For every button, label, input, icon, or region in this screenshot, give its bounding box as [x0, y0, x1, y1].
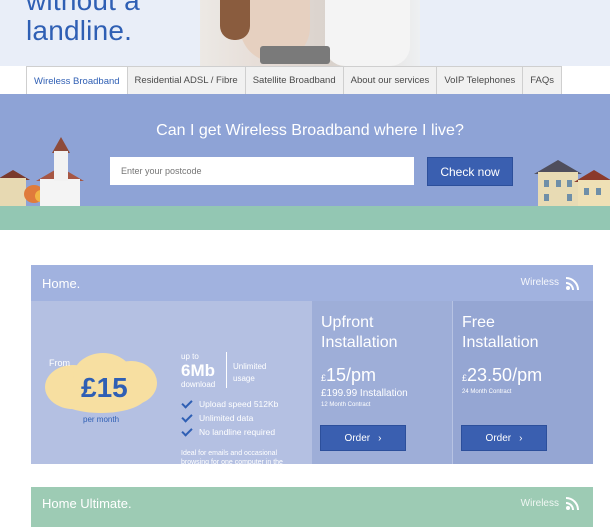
- order-label: Order: [485, 432, 512, 444]
- checkmark-icon: [181, 410, 193, 423]
- plan-title: Home.: [42, 276, 81, 291]
- hero-person-hair: [220, 0, 250, 40]
- wireless-signal-icon: [565, 497, 579, 511]
- from-label: From: [49, 358, 70, 368]
- feature-text: Upload speed 512Kb: [199, 399, 279, 409]
- house-far-right-illustration: [578, 180, 610, 208]
- tab-label: Wireless Broadband: [34, 75, 120, 87]
- tab-voip-telephones[interactable]: VoIP Telephones: [436, 66, 524, 94]
- window: [584, 188, 589, 195]
- house-left-illustration: [0, 178, 26, 208]
- download-speed: 6Mb: [181, 361, 215, 380]
- order-free-button[interactable]: Order ›: [461, 425, 547, 451]
- tab-wireless-broadband[interactable]: Wireless Broadband: [26, 66, 128, 95]
- checkmark-icon: [181, 424, 193, 437]
- grass-ground: [0, 206, 610, 230]
- checkmark-icon: [181, 396, 193, 409]
- plan-type-label: Wireless: [520, 498, 559, 509]
- check-now-button[interactable]: Check now: [427, 157, 513, 186]
- house-right-illustration: [538, 172, 578, 208]
- price-unit: /pm: [512, 365, 543, 385]
- window: [596, 188, 601, 195]
- church-tower: [54, 151, 68, 181]
- church-body: [40, 179, 80, 209]
- per-month-label: per month: [83, 415, 120, 424]
- usage-line2: usage: [233, 374, 255, 383]
- hero-banner: without a landline.: [0, 0, 610, 66]
- option-price: £23.50/pm: [462, 365, 542, 386]
- tab-label: About our services: [350, 75, 430, 86]
- church-illustration: [34, 137, 84, 209]
- postcode-input[interactable]: [110, 157, 414, 185]
- option-title-line1: Upfront: [321, 314, 374, 331]
- option-title-line1: Free: [462, 314, 495, 331]
- price-value: 15: [326, 365, 347, 385]
- window: [567, 194, 572, 201]
- tab-label: Residential ADSL / Fibre: [134, 75, 238, 86]
- plan-type-label: Wireless: [520, 277, 559, 288]
- order-upfront-button[interactable]: Order ›: [320, 425, 406, 451]
- upfront-installation-option: Upfront Installation £15/pm £199.99 Inst…: [312, 301, 452, 464]
- usage-label: Unlimited usage: [233, 361, 266, 385]
- contract-length: 12 Month Contract: [321, 402, 371, 408]
- plan-card-header: Home. Wireless: [31, 265, 593, 301]
- postcode-check-band: Can I get Wireless Broadband where I liv…: [0, 94, 610, 210]
- up-to-label: up to: [181, 352, 199, 361]
- feature-text: No landline required: [199, 427, 276, 437]
- usage-line1: Unlimited: [233, 362, 267, 371]
- window: [544, 180, 549, 187]
- installation-fee: £199.99 Installation: [321, 388, 408, 399]
- tab-about-services[interactable]: About our services: [342, 66, 438, 94]
- hero-photo: [200, 0, 420, 66]
- hero-tablet: [260, 46, 330, 64]
- feature-item: Upload speed 512Kb: [181, 396, 279, 411]
- feature-item: No landline required: [181, 424, 278, 439]
- monthly-price: £15: [81, 372, 128, 403]
- option-title-line2: Installation: [462, 334, 539, 351]
- chevron-right-icon: ›: [519, 432, 523, 444]
- option-price: £15/pm: [321, 365, 376, 386]
- plan-note: Ideal for emails and occasional browsing…: [181, 450, 283, 475]
- tab-faqs[interactable]: FAQs: [522, 66, 563, 94]
- plan-title: Home Ultimate.: [42, 496, 132, 511]
- chevron-right-icon: ›: [378, 432, 382, 444]
- download-unit: download: [181, 380, 216, 389]
- option-title-line2: Installation: [321, 334, 398, 351]
- speed-divider: [226, 352, 227, 388]
- option-title: Free Installation: [462, 313, 539, 353]
- price-value: 23.50: [467, 365, 513, 385]
- window: [556, 180, 561, 187]
- feature-list: Upload speed 512Kb Unlimited data No lan…: [181, 396, 279, 439]
- plan-card-home: Home. Wireless From £15 per month up to …: [31, 265, 593, 475]
- hero-title-text: without a landline.: [26, 0, 140, 46]
- price-unit: /pm: [346, 365, 377, 385]
- tab-label: FAQs: [530, 75, 555, 86]
- tab-satellite-broadband[interactable]: Satellite Broadband: [244, 66, 344, 94]
- option-title: Upfront Installation: [321, 313, 398, 353]
- tab-residential-adsl-fibre[interactable]: Residential ADSL / Fibre: [126, 66, 246, 94]
- feature-item: Unlimited data: [181, 410, 278, 425]
- window: [544, 194, 549, 201]
- tab-label: Satellite Broadband: [252, 75, 336, 86]
- plan-card-home-ultimate: Home Ultimate. Wireless: [31, 487, 593, 527]
- free-installation-option: Free Installation £23.50/pm 24 Month Con…: [453, 301, 593, 464]
- hero-title: without a landline.: [26, 0, 206, 46]
- wireless-signal-icon: [565, 277, 579, 291]
- order-label: Order: [344, 432, 371, 444]
- plan-summary-column: From £15 per month up to 6Mb download Un…: [31, 301, 312, 475]
- tab-label: VoIP Telephones: [444, 75, 516, 86]
- availability-question: Can I get Wireless Broadband where I liv…: [156, 122, 464, 139]
- window: [567, 180, 572, 187]
- product-tabs: Wireless Broadband Residential ADSL / Fi…: [26, 66, 563, 95]
- contract-length: 24 Month Contract: [462, 389, 512, 395]
- feature-text: Unlimited data: [199, 413, 254, 423]
- hero-person-man: [325, 0, 410, 66]
